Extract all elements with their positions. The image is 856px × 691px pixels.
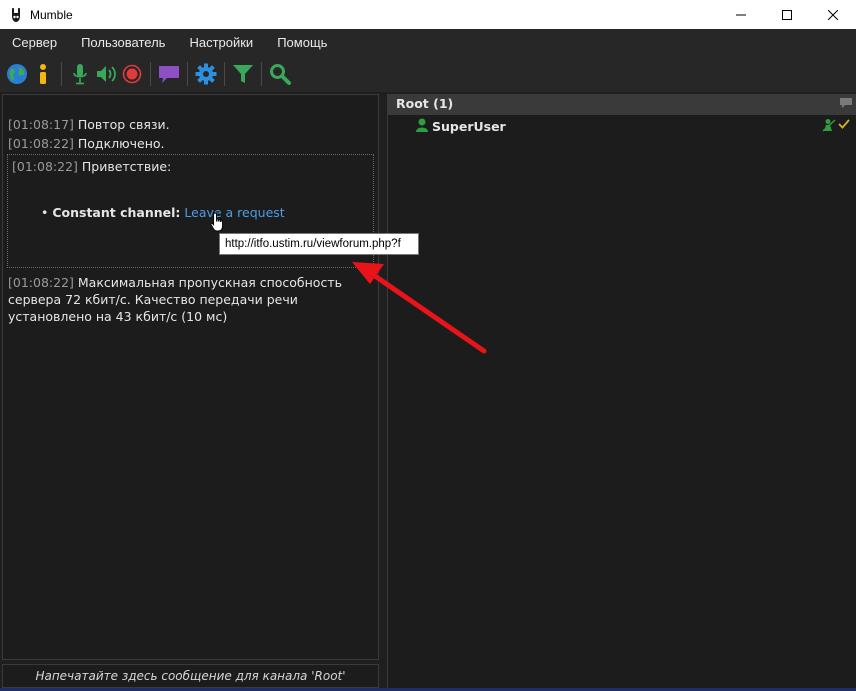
user-status-icons xyxy=(822,118,850,135)
window-title: Mumble xyxy=(30,7,73,22)
log-timestamp: [01:08:22] xyxy=(8,275,74,290)
toolbar xyxy=(0,56,856,92)
record-button[interactable] xyxy=(119,59,145,89)
settings-button[interactable] xyxy=(193,59,219,89)
close-icon xyxy=(828,9,838,20)
settings-icon xyxy=(195,63,217,85)
chat-icon xyxy=(159,66,179,83)
info-icon xyxy=(40,64,46,84)
log-timestamp: [01:08:22] xyxy=(8,136,74,151)
bullet-label: Constant channel: xyxy=(52,205,181,220)
log-timestamp: [01:08:22] xyxy=(12,159,78,174)
globe-icon xyxy=(7,64,27,84)
toolbar-separator xyxy=(187,62,188,86)
filter-icon xyxy=(233,65,253,83)
filter-button[interactable] xyxy=(230,59,256,89)
menu-user[interactable]: Пользователь xyxy=(69,29,177,56)
connect-button[interactable] xyxy=(4,59,30,89)
close-button[interactable] xyxy=(810,0,856,29)
menu-bar: Сервер Пользователь Настройки Помощь xyxy=(0,29,856,56)
log-text: Повтор связи. xyxy=(73,117,170,132)
menu-server[interactable]: Сервер xyxy=(0,29,69,56)
self-registered-icon xyxy=(822,118,836,135)
deafen-self-button[interactable] xyxy=(93,59,119,89)
minimize-icon xyxy=(736,14,746,15)
hand-cursor-icon xyxy=(210,212,226,235)
menu-help[interactable]: Помощь xyxy=(265,29,339,56)
menu-settings[interactable]: Настройки xyxy=(177,29,265,56)
log-text: Приветствие: xyxy=(77,159,172,174)
log-timestamp: [01:08:17] xyxy=(8,117,74,132)
user-name: SuperUser xyxy=(432,119,506,134)
record-icon xyxy=(122,64,142,84)
toolbar-separator xyxy=(261,62,262,86)
log-message: [01:08:22] Приветствие: xyxy=(12,158,171,175)
toolbar-separator xyxy=(224,62,225,86)
title-bar: Mumble xyxy=(0,0,856,29)
leave-request-link[interactable]: Leave a request xyxy=(184,205,284,220)
channel-tree[interactable]: Root (1) SuperUser xyxy=(387,94,856,691)
speaker-icon xyxy=(97,66,116,82)
microphone-icon xyxy=(73,64,87,85)
maximize-icon xyxy=(782,9,792,20)
authenticated-check-icon xyxy=(838,118,850,135)
user-icon xyxy=(416,118,428,135)
mumble-logo-icon xyxy=(8,7,24,23)
info-button[interactable] xyxy=(30,59,56,89)
channel-row-root[interactable]: Root (1) xyxy=(388,94,856,115)
channel-name: Root (1) xyxy=(396,96,454,111)
log-message: [01:08:17] Повтор связи. xyxy=(8,116,170,133)
window-controls xyxy=(718,0,856,29)
user-row-superuser[interactable]: SuperUser xyxy=(416,118,506,135)
toolbar-separator xyxy=(61,62,62,86)
search-button[interactable] xyxy=(267,59,293,89)
link-tooltip: http://itfo.ustim.ru/viewforum.php?f xyxy=(219,233,419,255)
log-text: Подключено. xyxy=(73,136,165,151)
chat-log[interactable]: [01:08:17] Повтор связи. [01:08:22] Подк… xyxy=(2,94,379,660)
welcome-bullet: • Constant channel: Leave a request xyxy=(41,205,285,220)
comment-button[interactable] xyxy=(156,59,182,89)
log-message: [01:08:22] Максимальная пропускная спосо… xyxy=(8,274,376,325)
toolbar-separator xyxy=(150,62,151,86)
maximize-button[interactable] xyxy=(764,0,810,29)
log-message: [01:08:22] Подключено. xyxy=(8,135,165,152)
message-input[interactable]: Напечатайте здесь сообщение для канала '… xyxy=(2,664,379,688)
search-icon xyxy=(270,64,291,85)
minimize-button[interactable] xyxy=(718,0,764,29)
comment-icon xyxy=(839,97,853,112)
mute-self-button[interactable] xyxy=(67,59,93,89)
